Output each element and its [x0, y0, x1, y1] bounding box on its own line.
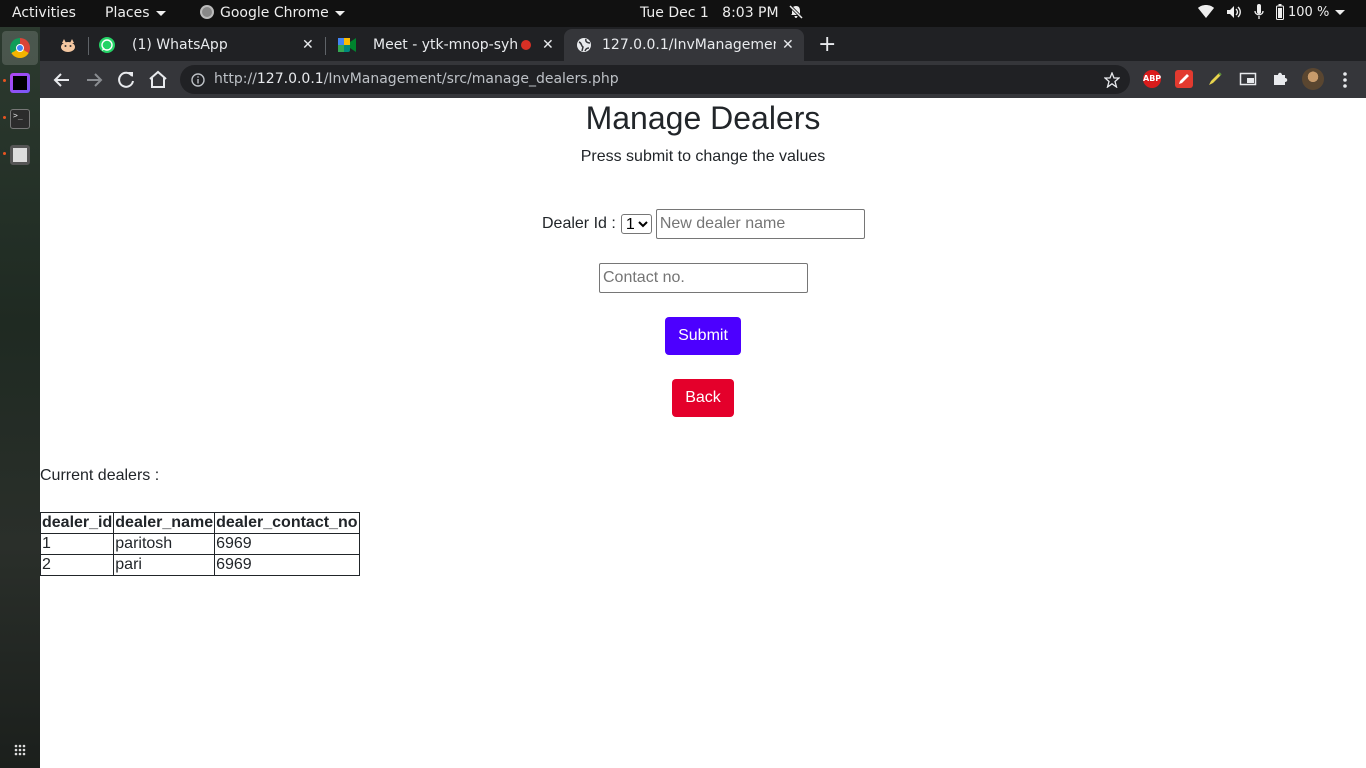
- tab-title: 127.0.0.1/InvManagement/src/manage_deale…: [602, 37, 776, 53]
- dealer-id-select[interactable]: 1: [620, 214, 652, 234]
- tab-strip: (1) WhatsApp ✕ Meet - ytk-mnop-syh ✕ 127…: [40, 27, 1366, 61]
- chevron-down-icon: [155, 10, 166, 16]
- info-icon: [191, 73, 205, 87]
- table-cell: 6969: [214, 554, 360, 576]
- pen-extension-icon[interactable]: [1175, 70, 1193, 88]
- volume-icon: [1227, 6, 1241, 18]
- tab-pinned[interactable]: [48, 29, 88, 61]
- whatsapp-icon: [99, 37, 115, 53]
- column-header: dealer_id: [39, 512, 115, 534]
- phpstorm-icon-inner: [13, 76, 27, 90]
- chevron-down-icon: [1335, 9, 1346, 15]
- close-tab-icon[interactable]: ✕: [302, 37, 314, 53]
- tab-whatsapp[interactable]: (1) WhatsApp ✕: [89, 29, 324, 61]
- table-header-row: dealer_id dealer_name dealer_contact_no: [39, 512, 360, 534]
- extensions-puzzle-icon[interactable]: [1271, 70, 1289, 88]
- contact-number-input[interactable]: [599, 263, 808, 293]
- running-indicator: [3, 79, 6, 82]
- places-label: Places: [105, 5, 150, 21]
- places-menu[interactable]: Places: [105, 5, 166, 21]
- tab-title: Meet - ytk-mnop-syh: [373, 37, 519, 53]
- chrome-icon-center: [16, 44, 24, 52]
- system-tray[interactable]: 100 %: [1198, 4, 1346, 20]
- dealer-name-input[interactable]: [655, 209, 865, 239]
- battery-icon: [1276, 4, 1284, 20]
- new-tab-icon[interactable]: +: [818, 32, 836, 57]
- browser-toolbar: http://127.0.0.1/InvManagement/src/manag…: [40, 61, 1366, 98]
- terminal-icon[interactable]: >_: [10, 109, 30, 129]
- battery-percent: 100 %: [1288, 4, 1330, 20]
- wifi-icon: [1198, 5, 1214, 18]
- system-top-bar: Activities Places Google Chrome Tue Dec …: [0, 0, 1366, 27]
- table-cell: paritosh: [113, 533, 216, 555]
- adblock-plus-label: ABP: [1143, 74, 1162, 83]
- profile-avatar[interactable]: [1302, 68, 1324, 90]
- google-meet-icon: [338, 38, 356, 52]
- tab-title: (1) WhatsApp: [132, 37, 228, 53]
- table-row: 1 paritosh 6969: [39, 533, 360, 555]
- table-row: 2 pari 6969: [39, 554, 360, 576]
- dealer-form-row: Dealer Id : 1: [542, 209, 865, 239]
- page-title: Manage Dealers: [585, 100, 821, 136]
- highlighter-glyph: [1209, 72, 1222, 85]
- activities-button[interactable]: Activities: [12, 5, 76, 21]
- chrome-small-icon: [200, 5, 214, 19]
- show-applications-icon[interactable]: [14, 744, 26, 756]
- reload-icon[interactable]: [113, 67, 139, 93]
- url-host: 127.0.0.1: [256, 71, 324, 87]
- url-scheme: http://: [214, 71, 257, 87]
- table-cell: pari: [113, 554, 216, 576]
- highlighter-icon[interactable]: [1206, 70, 1224, 88]
- recording-indicator-icon: [521, 40, 531, 50]
- page-subtitle: Press submit to change the values: [580, 148, 826, 165]
- url-text: http://127.0.0.1/InvManagement/src/manag…: [214, 71, 619, 87]
- pinned-app-icon: [61, 39, 75, 52]
- pip-glyph: [1239, 72, 1257, 86]
- chrome-icon[interactable]: [10, 38, 30, 58]
- clock-text: Tue Dec 1 8:03 PM: [640, 5, 779, 21]
- files-icon[interactable]: [10, 145, 30, 165]
- app-menu-label: Google Chrome: [220, 5, 329, 21]
- ubuntu-dock: >_: [0, 27, 40, 768]
- terminal-prompt: >_: [13, 111, 23, 120]
- globe-icon: [577, 38, 591, 52]
- clock[interactable]: Tue Dec 1 8:03 PM: [640, 4, 804, 21]
- picture-in-picture-icon[interactable]: [1239, 70, 1257, 88]
- chevron-down-icon: [334, 10, 345, 16]
- more-menu-icon[interactable]: [1332, 67, 1358, 93]
- back-arrow-icon[interactable]: [49, 67, 75, 93]
- submit-button[interactable]: Submit: [665, 317, 741, 355]
- close-tab-icon[interactable]: ✕: [782, 37, 794, 53]
- notifications-off-icon: [788, 4, 804, 20]
- dealers-table: dealer_id dealer_name dealer_contact_no …: [39, 512, 360, 576]
- column-header: dealer_name: [113, 512, 216, 534]
- address-bar[interactable]: http://127.0.0.1/InvManagement/src/manag…: [180, 65, 1130, 94]
- phpstorm-icon[interactable]: [10, 73, 30, 93]
- dealer-id-label: Dealer Id :: [542, 215, 616, 232]
- web-page: Manage Dealers Press submit to change th…: [39, 98, 1366, 768]
- running-indicator: [3, 116, 6, 119]
- bookmark-star-icon[interactable]: [1104, 72, 1120, 88]
- table-cell: 2: [39, 554, 115, 576]
- tab-active[interactable]: 127.0.0.1/InvManagement/src/manage_deale…: [564, 29, 804, 61]
- back-button[interactable]: Back: [672, 379, 734, 417]
- microphone-icon: [1254, 4, 1264, 19]
- running-indicator: [3, 152, 6, 155]
- puzzle-glyph: [1274, 72, 1288, 85]
- url-path: /InvManagement/src/manage_dealers.php: [323, 71, 619, 87]
- app-menu[interactable]: Google Chrome: [200, 5, 345, 21]
- close-tab-icon[interactable]: ✕: [542, 37, 554, 53]
- adblock-plus-icon[interactable]: ABP: [1143, 70, 1161, 88]
- column-header: dealer_contact_no: [214, 512, 360, 534]
- current-dealers-label: Current dealers :: [40, 467, 160, 484]
- pen-glyph: [1179, 74, 1189, 84]
- home-icon[interactable]: [145, 67, 171, 93]
- table-cell: 6969: [214, 533, 360, 555]
- tab-meet[interactable]: Meet - ytk-mnop-syh ✕: [326, 29, 562, 61]
- table-cell: 1: [39, 533, 115, 555]
- forward-arrow-icon[interactable]: [81, 67, 107, 93]
